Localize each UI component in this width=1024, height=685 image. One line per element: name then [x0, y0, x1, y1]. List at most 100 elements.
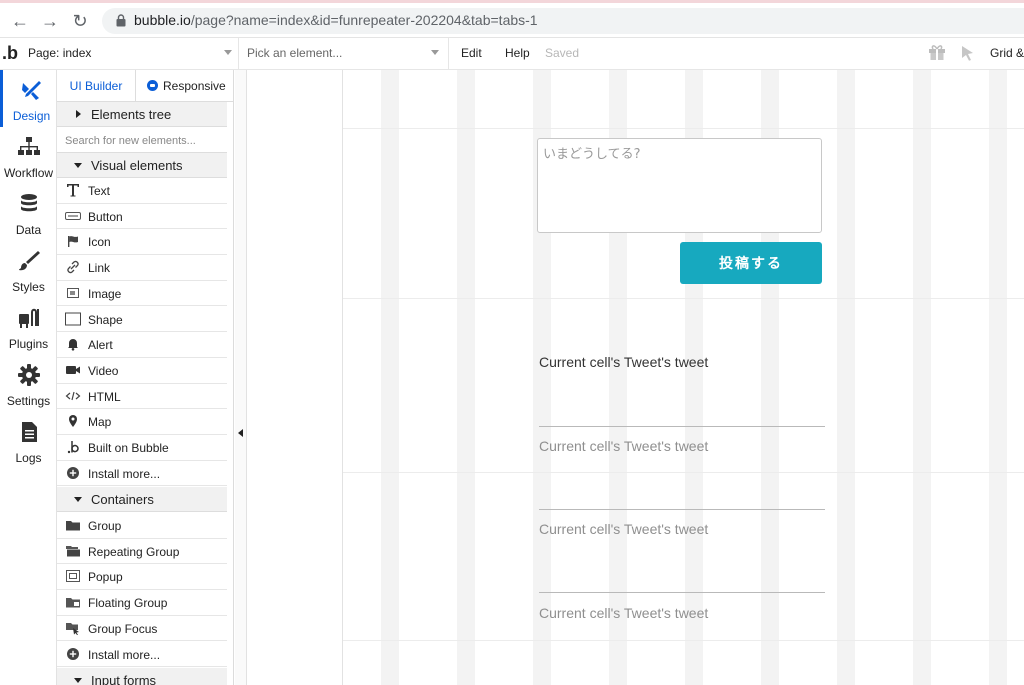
- reload-icon[interactable]: ↻: [70, 11, 90, 31]
- element-popup[interactable]: Popup: [57, 564, 227, 591]
- element-built-on-bubble[interactable]: Built on Bubble: [57, 435, 227, 461]
- edit-menu[interactable]: Edit: [461, 46, 482, 60]
- containers-header[interactable]: Containers: [57, 487, 227, 512]
- element-repeating-group[interactable]: Repeating Group: [57, 539, 227, 565]
- grid-column: [381, 70, 399, 685]
- database-icon: [21, 194, 37, 212]
- repeating-cell-text: Current cell's Tweet's tweet: [539, 605, 709, 621]
- element-floating-group[interactable]: Floating Group: [57, 590, 227, 616]
- grid-column: [913, 70, 931, 685]
- search-input[interactable]: [65, 132, 223, 149]
- repeating-cell-text: Current cell's Tweet's tweet: [539, 438, 709, 454]
- nav-plugins[interactable]: Plugins: [0, 298, 57, 355]
- shape-icon: [65, 312, 81, 325]
- popup-icon: [66, 570, 80, 583]
- elements-tree-header[interactable]: Elements tree: [57, 102, 227, 127]
- element-install-more-containers[interactable]: Install more...: [57, 642, 227, 668]
- nav-settings[interactable]: Settings: [0, 355, 57, 412]
- forward-arrow-icon[interactable]: →: [40, 11, 60, 31]
- grid-column: [837, 70, 855, 685]
- repeating-cell-text[interactable]: Current cell's Tweet's tweet: [539, 354, 708, 370]
- cursor-icon[interactable]: [961, 45, 975, 61]
- element-alert[interactable]: Alert: [57, 332, 227, 358]
- divider: [238, 38, 239, 70]
- page-selector[interactable]: Page: index: [28, 46, 238, 60]
- responsive-icon: [147, 80, 158, 91]
- element-image[interactable]: Image: [57, 281, 227, 307]
- grid-row-line: [343, 298, 1024, 299]
- chevron-right-icon: [76, 110, 81, 118]
- element-text[interactable]: Text: [57, 178, 227, 204]
- page-label: Page: index: [28, 46, 92, 60]
- chevron-down-icon: [74, 163, 82, 168]
- folder-icon: [66, 521, 80, 531]
- url-path: /page?name=index&id=funrepeater-202204&t…: [190, 12, 538, 28]
- nav-design[interactable]: Design: [0, 70, 57, 127]
- element-picker-placeholder: Pick an element...: [247, 46, 343, 60]
- element-label: Group: [88, 519, 122, 533]
- panel-collapse-handle[interactable]: [235, 70, 247, 685]
- element-link[interactable]: Link: [57, 255, 227, 281]
- element-button[interactable]: Button: [57, 204, 227, 230]
- visual-elements-header[interactable]: Visual elements: [57, 153, 227, 178]
- element-label: Install more...: [88, 647, 161, 662]
- design-icon: [22, 81, 41, 100]
- cell-divider: [539, 592, 825, 593]
- tab-responsive[interactable]: Responsive: [137, 70, 233, 102]
- element-install-more-visual[interactable]: Install more...: [57, 461, 227, 487]
- bell-icon: [68, 339, 78, 351]
- element-label: Group Focus: [88, 621, 158, 636]
- element-label: Built on Bubble: [88, 441, 169, 455]
- video-icon: [66, 365, 80, 374]
- group-focus-icon: [66, 622, 79, 635]
- input-forms-header[interactable]: Input forms: [57, 668, 227, 685]
- element-html[interactable]: HTML: [57, 384, 227, 410]
- section-label: Elements tree: [91, 107, 172, 122]
- flag-icon: [68, 236, 78, 248]
- map-pin-icon: [69, 415, 77, 428]
- chevron-down-icon: [74, 678, 82, 683]
- divider: [448, 38, 449, 70]
- element-picker[interactable]: Pick an element...: [247, 46, 342, 60]
- chevron-left-icon: [238, 429, 243, 437]
- grid-row-line: [343, 472, 1024, 473]
- nav-styles[interactable]: Styles: [0, 241, 57, 298]
- help-menu[interactable]: Help: [505, 46, 530, 60]
- back-arrow-icon[interactable]: ←: [10, 11, 30, 31]
- nav-data[interactable]: Data: [0, 184, 57, 241]
- address-bar[interactable]: bubble.io/page?name=index&id=funrepeater…: [102, 8, 1024, 34]
- element-icon[interactable]: Icon: [57, 229, 227, 256]
- nav-logs[interactable]: Logs: [0, 412, 57, 469]
- editor-topbar: .b Page: index Pick an element... Edit H…: [0, 38, 1024, 70]
- element-group[interactable]: Group: [57, 513, 227, 539]
- floating-group-icon: [66, 598, 80, 608]
- element-label: Popup: [88, 570, 123, 585]
- post-button[interactable]: 投稿する: [680, 242, 822, 284]
- element-map[interactable]: Map: [57, 409, 227, 435]
- gift-icon[interactable]: [928, 44, 946, 60]
- tab-ui-builder[interactable]: UI Builder: [57, 70, 136, 102]
- nav-label: Plugins: [8, 337, 49, 351]
- element-label: Shape: [88, 312, 123, 327]
- element-group-focus[interactable]: Group Focus: [57, 616, 227, 642]
- grid-menu[interactable]: Grid &: [990, 46, 1024, 60]
- cell-divider: [539, 509, 825, 510]
- nav-label: Logs: [15, 451, 42, 465]
- element-shape[interactable]: Shape: [57, 307, 227, 333]
- repeating-cell-text: Current cell's Tweet's tweet: [539, 521, 709, 537]
- nav-label: Settings: [6, 394, 51, 408]
- repeating-group-icon: [66, 545, 80, 557]
- chevron-down-icon: [224, 50, 232, 55]
- element-label: Video: [88, 363, 119, 378]
- element-label: Button: [88, 209, 123, 224]
- nav-workflow[interactable]: Workflow: [0, 127, 57, 184]
- element-label: Map: [88, 415, 112, 430]
- chevron-down-icon: [431, 50, 439, 55]
- element-video[interactable]: Video: [57, 358, 227, 384]
- tweet-input[interactable]: [537, 138, 822, 233]
- bubble-logo-icon[interactable]: .b: [2, 44, 18, 62]
- grid-row-line: [343, 640, 1024, 641]
- text-icon: [67, 184, 79, 197]
- section-label: Input forms: [91, 673, 157, 685]
- element-label: Link: [88, 261, 111, 276]
